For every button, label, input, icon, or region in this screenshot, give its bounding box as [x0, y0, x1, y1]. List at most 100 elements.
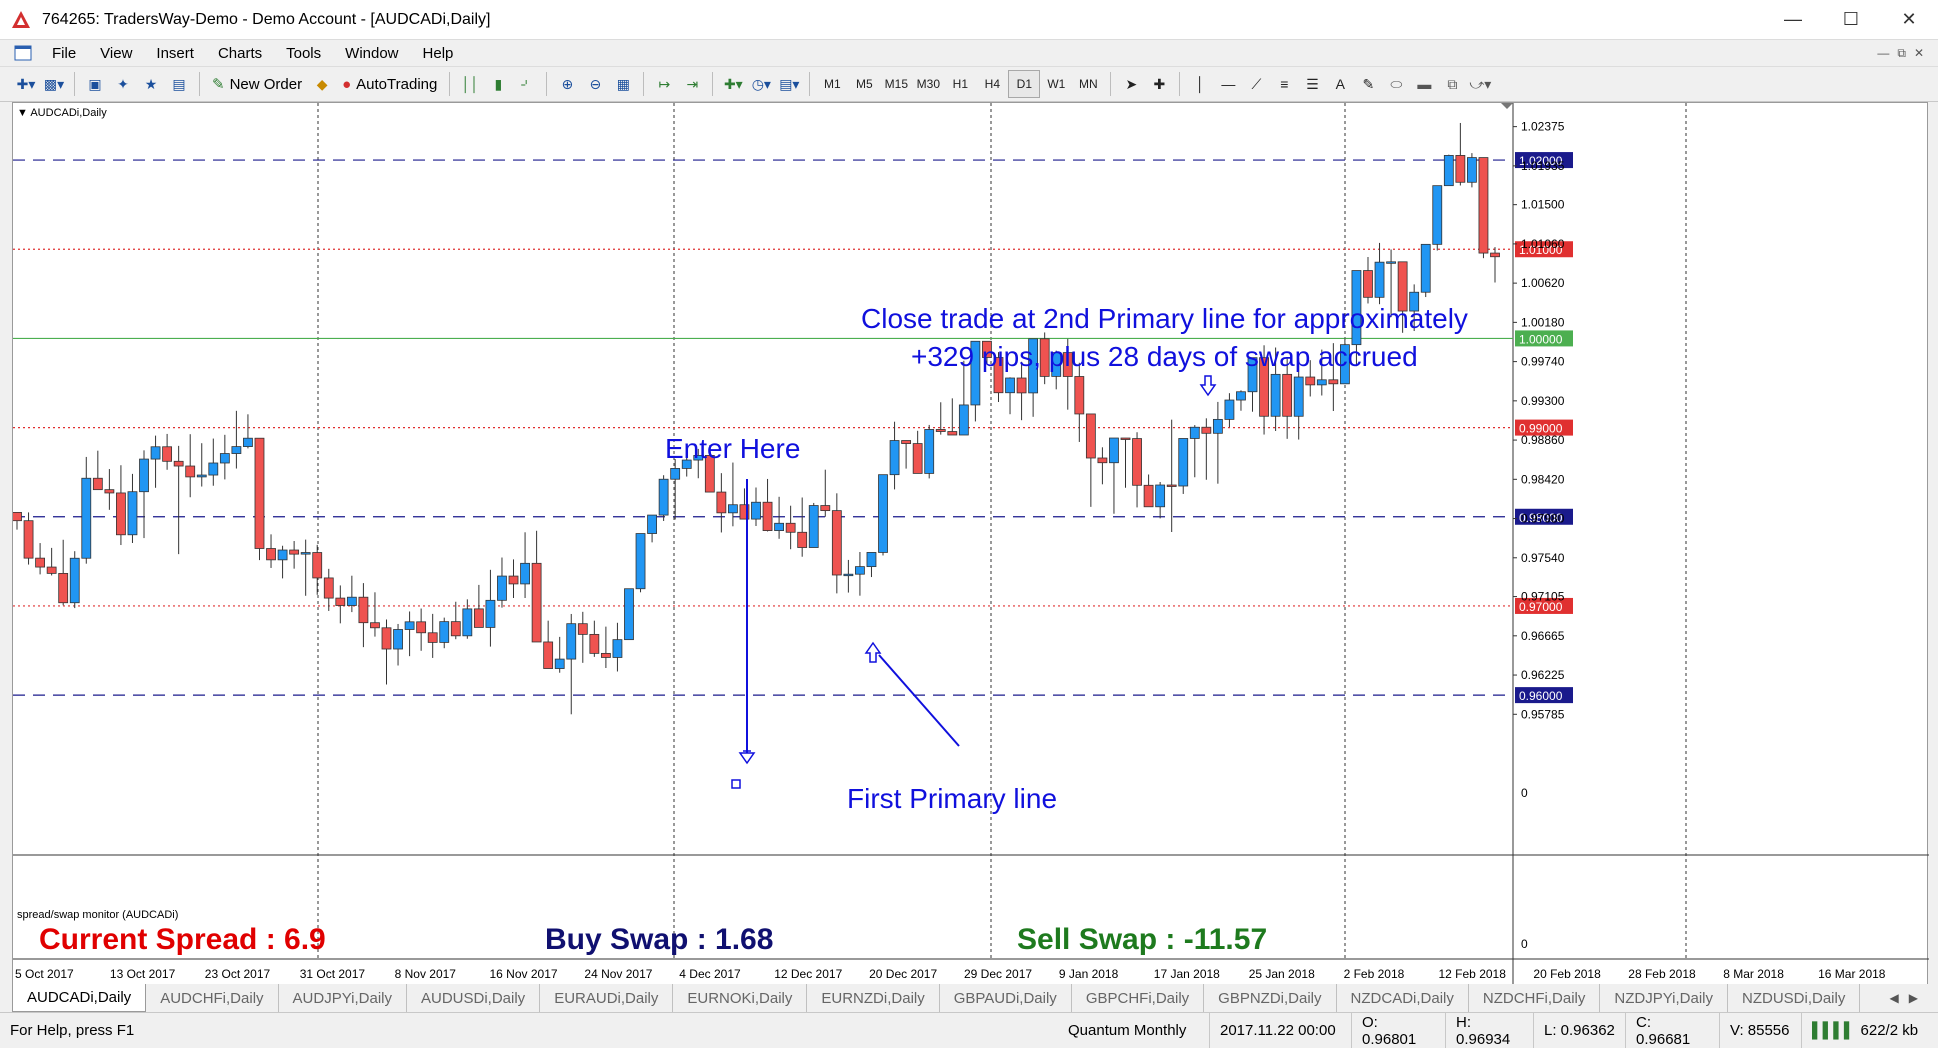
candle-body[interactable]: [243, 437, 253, 447]
timeframe-m15[interactable]: M15: [880, 70, 912, 98]
candle-body[interactable]: [173, 460, 184, 467]
candle-body[interactable]: [497, 575, 507, 601]
candle-body[interactable]: [358, 596, 369, 624]
candle-body[interactable]: [762, 501, 773, 531]
chart-tab[interactable]: EURNZDi,Daily: [807, 984, 940, 1012]
candle-body[interactable]: [947, 431, 958, 436]
new-chart-icon[interactable]: ✚▾: [12, 70, 40, 98]
market-watch-icon[interactable]: ▣: [81, 70, 109, 98]
candle-body[interactable]: [958, 404, 969, 436]
candle-body[interactable]: [46, 566, 57, 574]
close-button[interactable]: ✕: [1880, 0, 1938, 40]
ellipse-icon[interactable]: ⬭: [1382, 70, 1410, 98]
candle-body[interactable]: [855, 566, 865, 575]
candle-body[interactable]: [69, 557, 80, 604]
candle-body[interactable]: [774, 522, 784, 531]
candle-body[interactable]: [277, 549, 288, 561]
candle-body[interactable]: [1166, 484, 1177, 487]
candle-body[interactable]: [312, 552, 323, 579]
candle-body[interactable]: [797, 531, 808, 548]
candle-body[interactable]: [1212, 418, 1223, 434]
candle-body[interactable]: [196, 474, 207, 478]
candle-body[interactable]: [335, 597, 346, 606]
timeframe-m5[interactable]: M5: [848, 70, 880, 98]
candle-body[interactable]: [1478, 157, 1489, 254]
candle-body[interactable]: [1316, 379, 1327, 386]
menu-insert[interactable]: Insert: [144, 45, 206, 62]
vertical-line-icon[interactable]: │: [1186, 70, 1214, 98]
candle-body[interactable]: [208, 462, 219, 476]
candle-body[interactable]: [1074, 376, 1085, 415]
timeframe-h4[interactable]: H4: [976, 70, 1008, 98]
candle-body[interactable]: [346, 596, 357, 606]
candle-body[interactable]: [185, 465, 196, 478]
candle-body[interactable]: [1097, 457, 1108, 464]
candle-body[interactable]: [785, 522, 796, 533]
candle-body[interactable]: [543, 641, 554, 669]
price-chart[interactable]: 1.020001.010001.000000.990000.980000.970…: [13, 103, 1929, 991]
candle-body[interactable]: [901, 440, 912, 444]
candle-body[interactable]: [1143, 484, 1154, 508]
candle-body[interactable]: [162, 446, 173, 462]
candle-body[interactable]: [866, 552, 877, 568]
candle-body[interactable]: [1109, 437, 1119, 464]
candle-body[interactable]: [670, 468, 681, 480]
candle-body[interactable]: [81, 477, 92, 559]
maximize-button[interactable]: ☐: [1822, 0, 1880, 40]
candle-body[interactable]: [1467, 157, 1477, 183]
candle-body[interactable]: [1224, 399, 1235, 420]
candle-body[interactable]: [1386, 261, 1396, 264]
candle-body[interactable]: [370, 622, 380, 629]
candle-body[interactable]: [1016, 377, 1027, 394]
candle-body[interactable]: [1120, 437, 1131, 440]
candle-body[interactable]: [1282, 373, 1293, 417]
menu-window[interactable]: Window: [333, 45, 410, 62]
candle-body[interactable]: [924, 429, 935, 474]
menu-view[interactable]: View: [88, 45, 144, 62]
candle-body[interactable]: [404, 621, 415, 630]
menu-charts[interactable]: Charts: [206, 45, 274, 62]
text-icon[interactable]: A: [1326, 70, 1354, 98]
candle-body[interactable]: [531, 562, 542, 643]
chart-tab[interactable]: NZDJPYi,Daily: [1600, 984, 1728, 1012]
candle-body[interactable]: [416, 621, 427, 634]
candle-body[interactable]: [300, 552, 311, 555]
candle-body[interactable]: [393, 629, 403, 650]
chart-tab[interactable]: AUDUSDi,Daily: [407, 984, 541, 1012]
candle-body[interactable]: [35, 557, 45, 568]
menu-tools[interactable]: Tools: [274, 45, 333, 62]
candle-body[interactable]: [473, 608, 484, 628]
channel-icon[interactable]: ≡: [1270, 70, 1298, 98]
candle-body[interactable]: [462, 608, 473, 637]
candle-body[interactable]: [728, 504, 738, 514]
equidistant-icon[interactable]: ⧉: [1438, 70, 1466, 98]
candle-body[interactable]: [647, 514, 657, 534]
candle-body[interactable]: [658, 478, 669, 516]
candle-body[interactable]: [1374, 261, 1385, 298]
candle-body[interactable]: [878, 474, 888, 553]
minimize-button[interactable]: —: [1764, 0, 1822, 40]
zoom-in-icon[interactable]: ⊕: [553, 70, 581, 98]
chart-tab[interactable]: NZDCHFi,Daily: [1469, 984, 1601, 1012]
metaeditor-icon[interactable]: ◆: [308, 70, 336, 98]
timeframe-mn[interactable]: MN: [1072, 70, 1104, 98]
candle-body[interactable]: [751, 501, 761, 520]
timeframe-w1[interactable]: W1: [1040, 70, 1072, 98]
timeframe-m30[interactable]: M30: [912, 70, 944, 98]
autoscroll-icon[interactable]: ↦: [650, 70, 678, 98]
candle-body[interactable]: [1178, 438, 1189, 487]
candlestick-chart-icon[interactable]: ▮: [484, 70, 512, 98]
chart-tab[interactable]: AUDJPYi,Daily: [279, 984, 407, 1012]
chart-window[interactable]: 1.02000 1.01000 1.00000 0.99000 0.98000 0.970…: [12, 102, 1929, 991]
candle-body[interactable]: [635, 533, 646, 590]
candle-body[interactable]: [439, 621, 450, 643]
candle-body[interactable]: [150, 446, 161, 460]
candle-body[interactable]: [589, 633, 600, 654]
navigator-icon[interactable]: ★: [137, 70, 165, 98]
candle-body[interactable]: [935, 429, 946, 432]
mdi-close-button[interactable]: ✕: [1914, 46, 1924, 61]
candle-body[interactable]: [912, 443, 923, 474]
rectangle-icon[interactable]: ▬: [1410, 70, 1438, 98]
chart-window-icon[interactable]: [14, 44, 32, 62]
candle-body[interactable]: [219, 453, 230, 464]
